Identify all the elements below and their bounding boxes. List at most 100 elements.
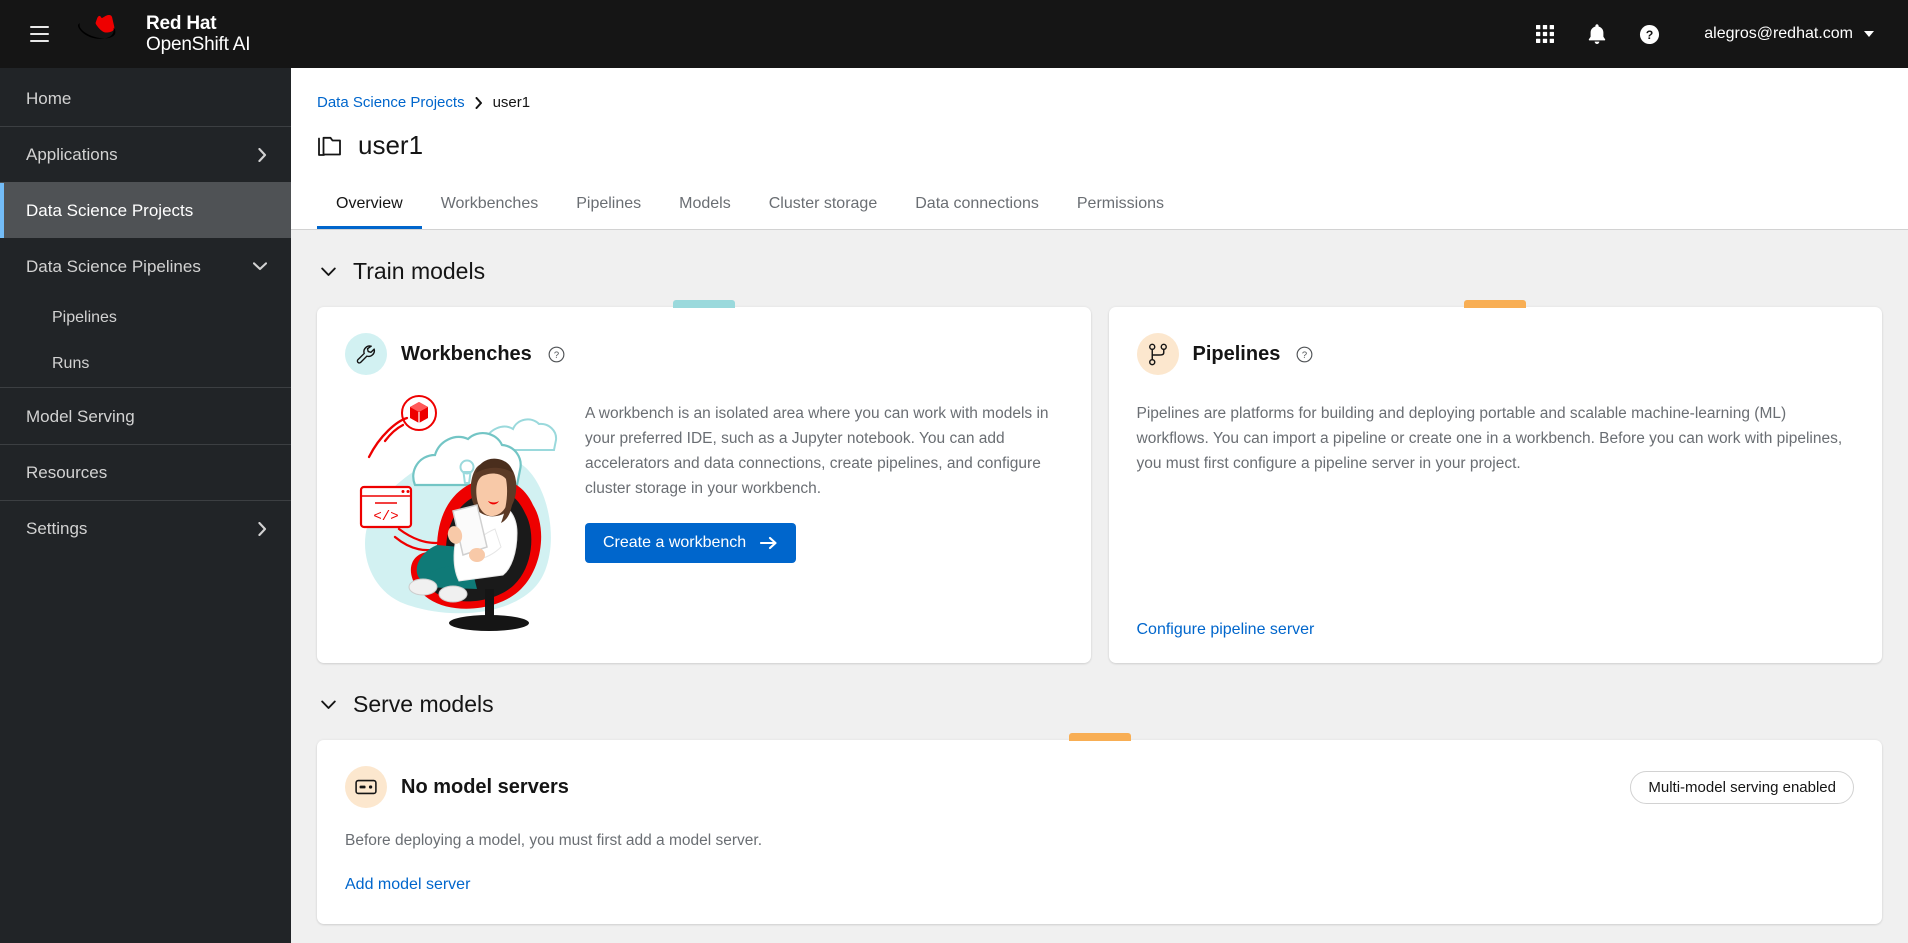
card-accent-bar (672, 300, 735, 308)
tab-workbenches[interactable]: Workbenches (422, 179, 558, 229)
person-in-chair-with-tablet-illustration: </> (359, 395, 558, 631)
sidebar-item-label: Data Science Pipelines (26, 256, 201, 276)
bell-icon[interactable] (1574, 11, 1620, 57)
hamburger-icon[interactable] (22, 17, 56, 51)
add-model-server-link[interactable]: Add model server (345, 876, 470, 894)
sidebar-item-settings[interactable]: Settings (0, 500, 291, 556)
sidebar-item-applications[interactable]: Applications (0, 126, 291, 182)
sidebar-item-data-science-pipelines[interactable]: Data Science Pipelines (0, 238, 291, 294)
chevron-right-icon (258, 521, 267, 536)
card-accent-bar (1464, 300, 1527, 308)
sidebar-subitem-label: Pipelines (52, 308, 117, 326)
chevron-right-icon (258, 147, 267, 162)
bell-glyph (1588, 24, 1606, 44)
sidebar-item-label: Home (26, 88, 72, 108)
tab-overview[interactable]: Overview (317, 179, 422, 229)
tab-models[interactable]: Models (660, 179, 750, 229)
section-header-train-models: Train models (317, 230, 1882, 307)
chevron-right-glyph (475, 96, 482, 109)
serve-title-group: No model servers (345, 766, 569, 808)
chevron-down-glyph (320, 267, 336, 276)
sidebar-item-label: Resources (26, 462, 108, 482)
application-launcher-icon[interactable] (1522, 11, 1568, 57)
card-title: Pipelines (1192, 342, 1281, 365)
user-menu[interactable]: alegros@redhat.com (1690, 17, 1886, 51)
brand[interactable]: Red Hat OpenShift AI (78, 13, 250, 56)
help-glyph: ? (1296, 346, 1313, 362)
section-title: Train models (353, 258, 486, 284)
question-circle-icon[interactable]: ? (548, 346, 565, 363)
chevron-down-glyph (253, 262, 267, 271)
sidebar-item-pipelines[interactable]: Pipelines (0, 294, 291, 341)
body-wrapper: Home Applications Data Science Projects … (0, 68, 1908, 943)
chevron-down-icon (253, 262, 267, 271)
page-title: user1 (358, 130, 424, 160)
svg-text:?: ? (554, 350, 559, 361)
sidebar-item-label: Applications (26, 144, 118, 164)
brand-line-1: Red Hat (146, 12, 217, 34)
breadcrumb-separator-icon (475, 96, 483, 109)
sidebar-item-label: Data Science Projects (26, 200, 194, 220)
help-glyph: ? (1639, 24, 1659, 44)
help-glyph: ? (548, 346, 565, 362)
main-content: Data Science Projects user1 user1 Overvi… (291, 68, 1908, 943)
no-model-servers-card: No model servers Multi-model serving ena… (317, 733, 1882, 924)
sidebar-item-label: Model Serving (26, 406, 135, 426)
card-title: No model servers (401, 775, 569, 798)
train-models-card-row: Workbenches ? </> A workbench is an isol… (317, 300, 1882, 663)
sidebar-navigation: Home Applications Data Science Projects … (0, 68, 291, 943)
pipelines-description: Pipelines are platforms for building and… (1136, 405, 1843, 473)
arrow-right-icon (760, 537, 777, 550)
section-title: Serve models (353, 691, 494, 717)
configure-pipeline-server-link[interactable]: Configure pipeline server (1137, 621, 1315, 639)
bottom-padding (317, 924, 1882, 943)
svg-text:</>: </> (373, 509, 398, 525)
chevron-right-glyph (258, 521, 267, 536)
red-hat-logo-icon (78, 15, 116, 39)
wrench-glyph (356, 344, 375, 364)
chevron-down-icon[interactable] (317, 261, 339, 283)
workbenches-card-header: Workbenches ? (345, 333, 1063, 375)
masthead-toolbar: ? alegros@redhat.com (1522, 11, 1886, 57)
content-area: Train models Workbenches ? </> A workben… (291, 230, 1908, 943)
serve-models-description: Before deploying a model, you must first… (345, 832, 762, 849)
sidebar-item-home[interactable]: Home (0, 70, 291, 126)
model-server-glyph (355, 779, 377, 795)
brand-line-2: OpenShift AI (146, 34, 251, 55)
pipeline-branch-icon (1136, 333, 1179, 375)
chevron-down-icon (1864, 31, 1874, 37)
workbenches-text-column: A workbench is an isolated area where yo… (585, 385, 1063, 564)
tab-pipelines[interactable]: Pipelines (557, 179, 660, 229)
chevron-right-glyph (258, 147, 267, 162)
workbenches-description: A workbench is an isolated area where yo… (585, 405, 1049, 498)
page-title-row: user1 (291, 111, 1908, 161)
workbenches-card-body: </> A workbench is an isolated area wher… (345, 385, 1063, 639)
pipelines-card-header: Pipelines ? (1136, 333, 1855, 375)
serve-models-card-header: No model servers Multi-model serving ena… (345, 766, 1854, 808)
chevron-down-icon[interactable] (317, 694, 339, 716)
serve-link-wrapper: Add model server (345, 876, 1854, 894)
tab-permissions[interactable]: Permissions (1058, 179, 1183, 229)
tab-bar: Overview Workbenches Pipelines Models Cl… (291, 179, 1908, 229)
pipelines-card: Pipelines ? Pipelines are platforms for … (1108, 300, 1882, 663)
wrench-icon (345, 333, 387, 375)
user-email: alegros@redhat.com (1704, 25, 1853, 42)
question-circle-icon[interactable]: ? (1296, 346, 1313, 363)
question-circle-icon[interactable]: ? (1626, 11, 1672, 57)
button-label: Create a workbench (603, 534, 747, 552)
page-header: Data Science Projects user1 user1 Overvi… (291, 68, 1908, 230)
card-accent-bar (1068, 733, 1131, 741)
workbenches-card: Workbenches ? </> A workbench is an isol… (317, 300, 1091, 663)
breadcrumb-link-data-science-projects[interactable]: Data Science Projects (317, 94, 465, 111)
pipeline-branch-glyph (1148, 343, 1167, 365)
sidebar-item-runs[interactable]: Runs (0, 341, 291, 388)
masthead: Red Hat OpenShift AI ? alegros@redhat.co… (0, 0, 1908, 68)
create-a-workbench-button[interactable]: Create a workbench (585, 523, 797, 564)
card-title: Workbenches (401, 342, 532, 365)
sidebar-item-model-serving[interactable]: Model Serving (0, 388, 291, 444)
model-server-icon (345, 766, 387, 808)
tab-data-connections[interactable]: Data connections (896, 179, 1058, 229)
sidebar-item-data-science-projects[interactable]: Data Science Projects (0, 182, 291, 238)
tab-cluster-storage[interactable]: Cluster storage (750, 179, 897, 229)
sidebar-item-resources[interactable]: Resources (0, 444, 291, 500)
